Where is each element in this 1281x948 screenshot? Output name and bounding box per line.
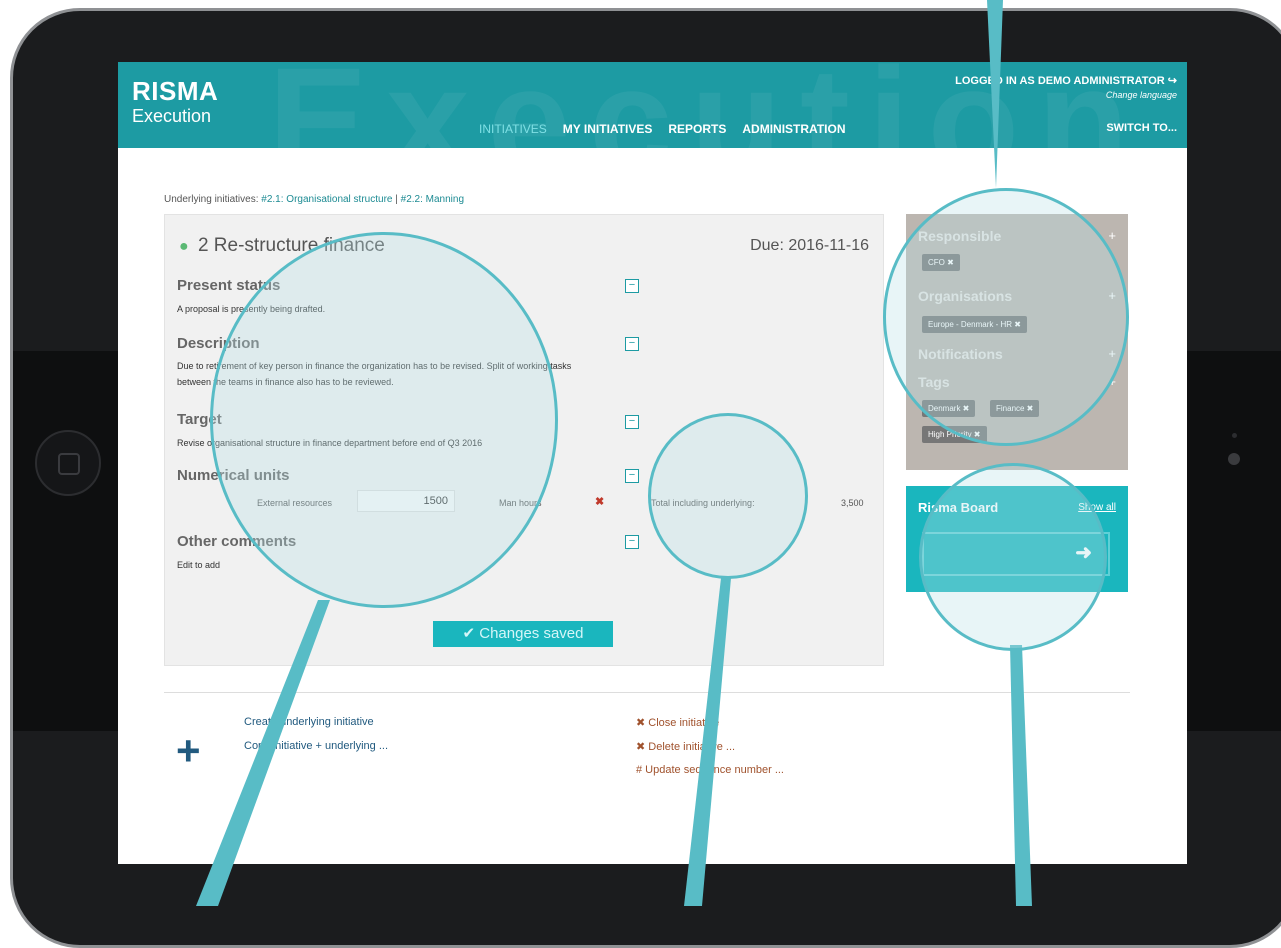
pointer-bottom-left [196,600,330,906]
pointer-bottom-right [1010,645,1032,906]
magnifier-lens-board [919,463,1107,651]
pointer-lines [196,0,1032,906]
magnifier-lens-main [210,232,558,608]
pointer-top-right [987,0,1003,188]
pointer-bottom-middle [684,578,731,906]
magnifier-lens-sidebar [883,188,1129,446]
magnifier-lens-total [648,413,808,579]
